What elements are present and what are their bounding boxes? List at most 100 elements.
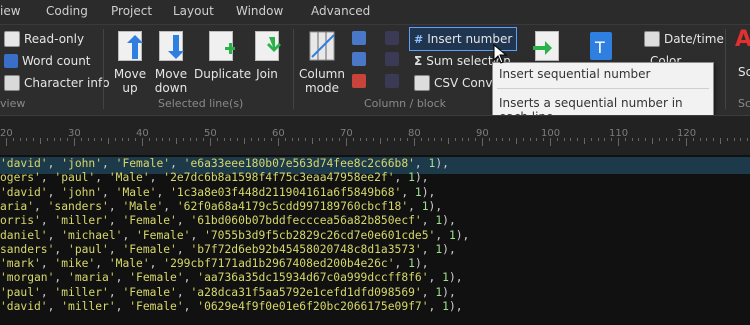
ruler-tick — [733, 138, 735, 141]
code-string: 'maria' — [68, 271, 116, 285]
text-editor[interactable]: 'david', 'john', 'Female', 'e6a33eee180b… — [0, 155, 750, 325]
ruler-tick — [284, 138, 286, 141]
date-time-button[interactable]: Date/time — [644, 30, 724, 48]
ruler-tick — [366, 138, 368, 141]
word-count-button[interactable]: Word count — [4, 52, 91, 70]
code-string: 'mike' — [54, 257, 96, 271]
column-delete-icon[interactable] — [352, 74, 366, 88]
ruler-tick — [12, 138, 14, 141]
code-string: '1c3a8e03f448d211904161a6f5849b68' — [170, 185, 402, 199]
ruler-tick — [482, 138, 483, 146]
column-mode-button[interactable]: Column mode — [298, 29, 346, 95]
duplicate-button[interactable]: Duplicate — [194, 29, 251, 81]
ruler-tick — [230, 138, 232, 141]
ruler-tick — [420, 138, 422, 141]
ruler-tick — [414, 138, 415, 146]
ruler-tick — [121, 138, 123, 141]
ruler-tick — [33, 138, 35, 141]
menu-view[interactable]: iew — [0, 4, 21, 18]
ruler-tick — [380, 138, 381, 144]
code-string: ogers' — [0, 171, 41, 185]
ruler-tick — [624, 138, 626, 141]
ruler-tick — [747, 138, 749, 141]
read-only-button[interactable]: Read-only — [4, 30, 84, 48]
ruler-tick — [87, 138, 89, 141]
ruler-tick — [563, 138, 565, 141]
code-line[interactable]: 'david', 'miller', 'Female', '0629e4f9f0… — [0, 300, 750, 317]
code-punctuation: , — [176, 242, 191, 256]
code-string: 'Male' — [108, 171, 150, 185]
menu-advanced[interactable]: Advanced — [311, 4, 370, 18]
ruler-tick — [94, 138, 96, 141]
column-block-group-label: Column / block — [364, 97, 447, 110]
move-down-button[interactable]: Move down — [148, 29, 194, 95]
font-icon[interactable]: A — [735, 27, 750, 52]
group-separator — [725, 29, 726, 109]
code-string: 'david' — [0, 157, 48, 170]
ruler-tick — [584, 138, 585, 144]
ruler-tick — [67, 138, 69, 141]
code-punctuation: , — [108, 242, 123, 256]
ruler-tick — [556, 138, 558, 141]
ruler-tick — [101, 138, 103, 141]
code-punctuation: , — [183, 300, 198, 313]
code-string: 'sanders' — [47, 199, 109, 213]
ruler-tick — [210, 138, 211, 146]
code-number: 1 — [421, 199, 429, 213]
code-string: 'Female' — [122, 285, 177, 299]
ruler-tick — [488, 138, 490, 141]
code-string: 'Female' — [136, 228, 191, 242]
code-punctuation: , — [176, 214, 191, 228]
ruler-tick — [522, 138, 524, 141]
column-list-icon[interactable] — [385, 52, 399, 66]
ruler-tick — [658, 138, 660, 141]
insert-file-icon[interactable] — [531, 29, 559, 63]
code-string: 'paul' — [0, 285, 41, 299]
ruler-tick — [26, 138, 28, 141]
calendar-icon — [644, 31, 660, 47]
scale-label[interactable]: Sc — [738, 65, 750, 79]
code-string: 'Female' — [122, 242, 177, 256]
code-punctuation: , — [149, 171, 164, 185]
code-punctuation: ), — [448, 300, 463, 313]
ruler-tick — [148, 138, 150, 141]
insert-number-tooltip: Insert sequential number Inserts a seque… — [492, 62, 714, 124]
code-punctuation: , — [108, 285, 123, 299]
column-select-icon[interactable] — [352, 52, 366, 66]
ruler-tick — [713, 138, 715, 141]
code-string: 'e6a33eee180b07e563d74fee8c2c66b8' — [183, 157, 415, 170]
move-up-button[interactable]: Move up — [107, 29, 153, 95]
ruler-tick — [679, 138, 681, 141]
ruler-tick — [407, 138, 409, 141]
menu-window[interactable]: Window — [236, 4, 283, 18]
join-button[interactable]: Join — [250, 29, 284, 81]
hash-icon: # — [414, 32, 424, 46]
code-punctuation: , — [435, 228, 449, 242]
code-punctuation: , — [183, 271, 198, 285]
code-punctuation: , — [115, 300, 130, 313]
code-number: 1 — [448, 228, 456, 242]
code-punctuation: , — [47, 300, 62, 313]
code-string: '61bd060b07bddfeccceа56a82b850ecf' — [190, 214, 422, 228]
ruler-tick — [264, 138, 266, 141]
menu-layout[interactable]: Layout — [173, 4, 214, 18]
character-info-button[interactable]: Character info — [4, 74, 110, 92]
text-format-icon[interactable]: T — [587, 29, 615, 63]
code-punctuation: ), — [435, 157, 449, 170]
code-string: 'john' — [61, 185, 103, 199]
column-insert-icon[interactable] — [352, 31, 366, 45]
menu-coding[interactable]: Coding — [46, 4, 88, 18]
column-align-icon[interactable] — [385, 31, 399, 45]
code-punctuation: , — [394, 257, 409, 271]
ruler-tick — [318, 138, 320, 141]
code-number: 1 — [408, 171, 415, 185]
view-group-label: view — [0, 97, 26, 110]
column-sort-icon[interactable] — [385, 74, 399, 88]
ruler-tick — [346, 138, 347, 146]
code-string: 'Male' — [108, 257, 150, 271]
menu-project[interactable]: Project — [111, 4, 152, 18]
ruler-tick — [448, 138, 449, 144]
code-punctuation: , — [34, 199, 48, 213]
code-string: 'mark' — [0, 257, 41, 271]
ruler-tick — [53, 138, 55, 141]
